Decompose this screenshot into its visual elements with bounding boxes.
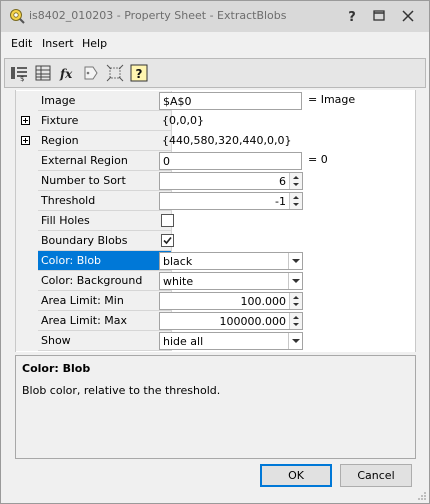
close-icon[interactable] xyxy=(397,5,419,27)
fixture-value[interactable]: {0,0,0} xyxy=(162,111,204,131)
property-name-area-limit-max[interactable]: Area Limit: Max xyxy=(38,311,172,331)
alphabetic-icon[interactable] xyxy=(33,63,53,83)
menu-help[interactable]: Help xyxy=(82,37,107,50)
property-name-number-to-sort[interactable]: Number to Sort xyxy=(38,171,172,191)
property-name-fixture[interactable]: Fixture xyxy=(38,111,172,131)
select-region-icon[interactable] xyxy=(105,63,125,83)
region-value[interactable]: {440,580,320,440,0,0} xyxy=(162,131,291,151)
menu-edit[interactable]: Edit xyxy=(11,37,32,50)
property-name-color-blob[interactable]: Color: Blob xyxy=(38,251,172,271)
svg-text:fx: fx xyxy=(59,67,73,81)
property-name-boundary-blobs[interactable]: Boundary Blobs xyxy=(38,231,172,251)
property-row-fill-holes: Fill Holes xyxy=(16,211,415,231)
tag-icon[interactable] xyxy=(81,63,101,83)
external-region-resolved-value: = 0 xyxy=(308,153,328,166)
svg-text:?: ? xyxy=(136,67,143,81)
property-name-threshold[interactable]: Threshold xyxy=(38,191,172,211)
expand-fixture-icon[interactable] xyxy=(21,116,30,125)
property-row-show: Show hide all xyxy=(16,331,415,351)
chevron-down-icon[interactable] xyxy=(288,333,302,349)
description-text: Blob color, relative to the threshold. xyxy=(22,384,221,397)
help-caption-icon[interactable]: ? xyxy=(341,5,363,27)
property-row-external-region: External Region 0 = 0 xyxy=(16,151,415,171)
property-row-threshold: Threshold -1 xyxy=(16,191,415,211)
menu-insert[interactable]: Insert xyxy=(42,37,74,50)
property-row-area-limit-min: Area Limit: Min 100.000 xyxy=(16,291,415,311)
description-title: Color: Blob xyxy=(22,362,91,375)
image-input[interactable]: $A$0 xyxy=(159,92,302,110)
property-row-image: Image $A$0 = Image xyxy=(16,91,415,111)
fill-holes-checkbox[interactable] xyxy=(161,214,174,227)
property-row-boundary-blobs: Boundary Blobs xyxy=(16,231,415,251)
area-limit-max-stepper[interactable]: 100000.000 xyxy=(159,312,303,330)
property-name-image[interactable]: Image xyxy=(38,91,172,111)
property-name-area-limit-min[interactable]: Area Limit: Min xyxy=(38,291,172,311)
spin-arrows-icon[interactable] xyxy=(289,193,302,209)
chevron-down-icon[interactable] xyxy=(288,273,302,289)
property-row-area-limit-max: Area Limit: Max 100000.000 xyxy=(16,311,415,331)
property-grid: Image $A$0 = Image Fixture {0,0,0} Regio… xyxy=(15,90,416,352)
color-blob-select[interactable]: black xyxy=(159,252,303,270)
ok-button[interactable]: OK xyxy=(260,464,332,487)
property-name-fill-holes[interactable]: Fill Holes xyxy=(38,211,172,231)
external-region-input[interactable]: 0 xyxy=(159,152,302,170)
number-to-sort-stepper[interactable]: 6 xyxy=(159,172,303,190)
property-row-color-blob: Color: Blob black xyxy=(16,251,415,271)
threshold-stepper[interactable]: -1 xyxy=(159,192,303,210)
help-icon[interactable]: ? xyxy=(129,63,149,83)
menu-bar: Edit Insert Help xyxy=(1,32,429,55)
property-sheet-window: is8402_010203 - Property Sheet - Extract… xyxy=(0,0,430,504)
property-name-show[interactable]: Show xyxy=(38,331,172,351)
svg-text:$: $ xyxy=(20,75,24,83)
toolbar: $ fx ? xyxy=(4,58,426,88)
app-icon xyxy=(10,9,25,24)
property-row-color-background: Color: Background white xyxy=(16,271,415,291)
property-row-region: Region {440,580,320,440,0,0} xyxy=(16,131,415,151)
spin-arrows-icon[interactable] xyxy=(289,293,302,309)
maximize-icon[interactable] xyxy=(368,5,390,27)
boundary-blobs-checkbox[interactable] xyxy=(161,234,174,247)
resize-grip-icon[interactable] xyxy=(417,491,427,501)
spin-arrows-icon[interactable] xyxy=(289,173,302,189)
color-background-select[interactable]: white xyxy=(159,272,303,290)
property-row-fixture: Fixture {0,0,0} xyxy=(16,111,415,131)
property-row-number-to-sort: Number to Sort 6 xyxy=(16,171,415,191)
window-title: is8402_010203 - Property Sheet - Extract… xyxy=(29,9,287,22)
spin-arrows-icon[interactable] xyxy=(289,313,302,329)
function-icon[interactable]: fx xyxy=(57,63,77,83)
cancel-button[interactable]: Cancel xyxy=(340,464,412,487)
description-panel: Color: Blob Blob color, relative to the … xyxy=(15,355,416,459)
expand-region-icon[interactable] xyxy=(21,136,30,145)
property-name-external-region[interactable]: External Region xyxy=(38,151,172,171)
show-select[interactable]: hide all xyxy=(159,332,303,350)
property-name-region[interactable]: Region xyxy=(38,131,172,151)
checkmark-icon xyxy=(163,236,172,245)
property-name-color-background[interactable]: Color: Background xyxy=(38,271,172,291)
chevron-down-icon[interactable] xyxy=(288,253,302,269)
title-bar[interactable]: is8402_010203 - Property Sheet - Extract… xyxy=(1,1,429,32)
area-limit-min-stepper[interactable]: 100.000 xyxy=(159,292,303,310)
image-resolved-value: = Image xyxy=(308,93,356,106)
categorized-icon[interactable]: $ xyxy=(9,63,29,83)
svg-text:?: ? xyxy=(348,10,356,25)
